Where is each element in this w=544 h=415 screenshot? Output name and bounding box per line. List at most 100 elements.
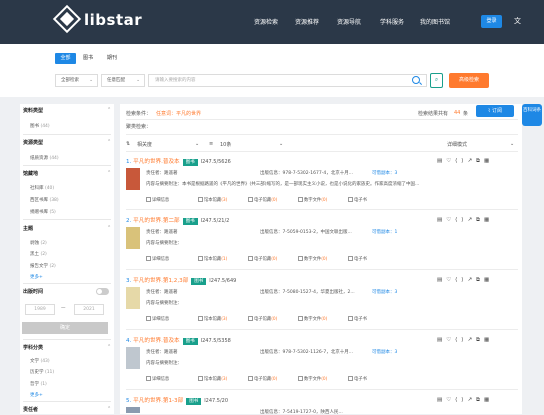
- ebook-holdings-button[interactable]: 电子馆藏(0): [248, 256, 277, 262]
- pubyear-toggle[interactable]: [96, 288, 109, 295]
- code-icon[interactable]: ⟨⟩: [455, 277, 467, 283]
- tab-journals[interactable]: 期刊: [104, 53, 120, 64]
- digital-file-button[interactable]: 数字文件(0): [298, 376, 327, 382]
- subscribe-button[interactable]: ⌇ 订阅: [476, 105, 514, 117]
- advanced-search-button[interactable]: 高级检索: [449, 73, 489, 88]
- filter-heading-discipline[interactable]: 学科分类 ⌃: [23, 344, 111, 351]
- filter-item[interactable]: 文学 (43): [30, 358, 50, 364]
- record-title-text[interactable]: 平凡的世界.第二部: [133, 218, 180, 224]
- filter-item[interactable]: 报告文学 (2): [30, 263, 56, 269]
- filter-item[interactable]: 西区书库 (38): [30, 197, 59, 203]
- share-icon[interactable]: ↗: [467, 337, 476, 343]
- copy-icon[interactable]: ⧉: [476, 158, 484, 164]
- search-icon[interactable]: [412, 76, 420, 84]
- detail-button[interactable]: 详细信息: [146, 256, 169, 262]
- filter-item[interactable]: 图书 (44): [30, 123, 50, 129]
- scope-select[interactable]: 全部检索 ⌄: [55, 74, 98, 87]
- e-book-button[interactable]: 电子书: [348, 316, 367, 322]
- record-title-text[interactable]: 平凡的世界.普及本: [133, 338, 180, 344]
- holdings-button[interactable]: 馆本馆藏(3): [198, 376, 227, 382]
- e-book-button[interactable]: 电子书: [348, 256, 367, 262]
- book-cover[interactable]: [126, 227, 140, 249]
- year-from-input[interactable]: 1989: [25, 304, 55, 315]
- holdings-button[interactable]: 馆本馆藏(3): [198, 316, 227, 322]
- filter-item[interactable]: 哲学 (1): [30, 381, 47, 387]
- detail-button[interactable]: 详细信息: [146, 316, 169, 322]
- code-icon[interactable]: ⟨⟩: [455, 337, 467, 343]
- ebook-holdings-button[interactable]: 电子馆藏(0): [248, 316, 277, 322]
- view-mode-select[interactable]: 详细模式: [447, 141, 467, 148]
- filter-heading-source-type[interactable]: 资源类型 ⌃: [23, 139, 111, 146]
- book-cover[interactable]: [126, 347, 140, 369]
- filter-item[interactable]: 黑土 (2): [30, 251, 47, 257]
- qrcode-icon[interactable]: ▦: [484, 217, 493, 223]
- filter-heading-resource-type[interactable]: 资料类型 ⌃: [23, 107, 111, 114]
- qrcode-icon[interactable]: ▦: [484, 397, 493, 403]
- more-link[interactable]: 更多+: [30, 274, 43, 280]
- year-to-input[interactable]: 2021: [74, 304, 104, 315]
- sort-chevron-icon[interactable]: ⌄: [195, 141, 199, 147]
- match-select[interactable]: 任意匹配 ⌄: [101, 74, 145, 87]
- holdings-button[interactable]: 馆本馆藏(1): [198, 256, 227, 262]
- record-title[interactable]: 4. 平凡的世界.普及本 图书 I247.5/5358: [126, 336, 231, 345]
- qrcode-icon[interactable]: ▦: [484, 337, 493, 343]
- language-icon[interactable]: 文: [514, 16, 521, 26]
- qrcode-icon[interactable]: ▦: [484, 158, 493, 164]
- filter-heading-pubyear[interactable]: 出版时间: [23, 288, 43, 295]
- share-icon[interactable]: ↗: [467, 397, 476, 403]
- filter-item[interactable]: 历史学 (11): [30, 369, 54, 375]
- nav-resource-guide[interactable]: 资源导航: [337, 17, 361, 26]
- record-title[interactable]: 5. 平凡的世界.第1-3部 图书 I247.5/20: [126, 396, 228, 405]
- filter-heading-subject[interactable]: 主题 ⌃: [23, 225, 111, 232]
- nav-subject-service[interactable]: 学科服务: [380, 17, 404, 26]
- bookshelf-icon[interactable]: ▤: [437, 277, 446, 283]
- heart-icon[interactable]: ♡: [446, 158, 455, 164]
- detail-button[interactable]: 详细信息: [146, 376, 169, 382]
- heart-icon[interactable]: ♡: [446, 337, 455, 343]
- more-link[interactable]: 更多+: [30, 392, 43, 398]
- view-chevron-icon[interactable]: ⌄: [510, 141, 514, 147]
- record-title[interactable]: 3. 平凡的世界.第1,2,3部 图书 I247.5/649: [126, 276, 236, 285]
- sort-icon[interactable]: ⇅: [126, 141, 130, 147]
- book-cover[interactable]: [126, 168, 140, 190]
- copy-icon[interactable]: ⧉: [476, 397, 484, 403]
- heart-icon[interactable]: ♡: [446, 277, 455, 283]
- conditions-value[interactable]: 任意词：平凡的世界: [156, 110, 201, 117]
- digital-file-button[interactable]: 数字文件(0): [298, 316, 327, 322]
- filter-heading-author[interactable]: 责任者 ⌃: [23, 406, 111, 413]
- filter-item[interactable]: 剥蚀 (2): [30, 240, 47, 246]
- copy-icon[interactable]: ⧉: [476, 217, 484, 223]
- confirm-button[interactable]: 确定: [22, 322, 108, 334]
- sort-select[interactable]: 相关度: [137, 141, 152, 148]
- pagesize-select[interactable]: 10条: [220, 141, 231, 148]
- image-search-icon[interactable]: ⌕: [430, 73, 443, 88]
- record-title-text[interactable]: 平凡的世界.第1,2,3部: [133, 278, 188, 284]
- ebook-holdings-button[interactable]: 电子馆藏(0): [248, 376, 277, 382]
- copy-icon[interactable]: ⧉: [476, 337, 484, 343]
- digital-file-button[interactable]: 数字文件(0): [298, 197, 327, 203]
- code-icon[interactable]: ⟨⟩: [455, 397, 467, 403]
- record-title-text[interactable]: 平凡的世界.普及本: [133, 159, 180, 165]
- encyclopedia-button[interactable]: 百科词条: [522, 104, 542, 126]
- holdings-button[interactable]: 馆本馆藏(3): [198, 197, 227, 203]
- filter-item[interactable]: 捐赠书库 (5): [30, 209, 56, 215]
- book-cover[interactable]: [126, 287, 140, 309]
- filter-heading-library[interactable]: 馆藏地 ⌃: [23, 170, 111, 177]
- pagesize-chevron-icon[interactable]: ⌄: [279, 141, 283, 147]
- share-icon[interactable]: ↗: [467, 158, 476, 164]
- login-button[interactable]: 登录: [481, 15, 502, 28]
- book-cover[interactable]: [126, 407, 140, 413]
- share-icon[interactable]: ↗: [467, 277, 476, 283]
- record-title-text[interactable]: 平凡的世界.第1-3部: [133, 398, 183, 404]
- bookshelf-icon[interactable]: ▤: [437, 397, 446, 403]
- nav-resource-recommend[interactable]: 资源推荐: [295, 17, 319, 26]
- record-title[interactable]: 2. 平凡的世界.第二部 图书 I247.5/21/2: [126, 216, 229, 225]
- copy-icon[interactable]: ⧉: [476, 277, 484, 283]
- nav-my-library[interactable]: 我的图书馆: [420, 17, 450, 26]
- libstar-logo-icon[interactable]: [52, 4, 82, 34]
- tab-books[interactable]: 图书: [80, 53, 96, 64]
- bookshelf-icon[interactable]: ▤: [437, 337, 446, 343]
- search-input[interactable]: 请输入要搜索的内容: [148, 74, 427, 87]
- e-book-button[interactable]: 电子书: [348, 197, 367, 203]
- tab-all[interactable]: 全部: [55, 53, 76, 64]
